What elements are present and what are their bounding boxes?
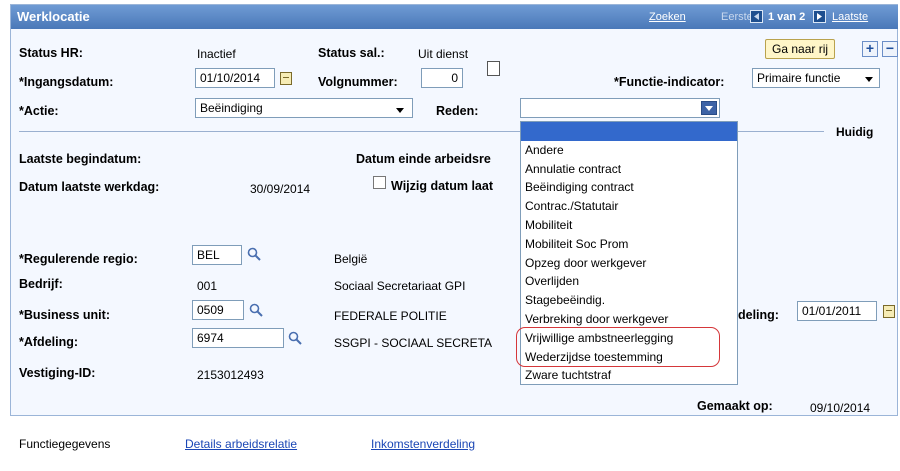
tab-functiegegevens[interactable]: Functiegegevens [19,437,110,451]
goto-row-button[interactable]: Ga naar rij [765,39,836,59]
dropdown-option[interactable]: Contrac./Statutair [521,197,737,216]
volgnummer-input[interactable]: 0 [421,68,463,88]
status-hr-label: Status HR: [19,46,83,60]
document-icon[interactable] [487,61,500,76]
previous-icon[interactable] [750,10,763,23]
search-link[interactable]: Zoeken [649,11,686,23]
datum-laatste-werkdag-value: 30/09/2014 [250,182,311,196]
regulerende-regio-input[interactable]: BEL [192,245,242,265]
wijzig-datum-label: Wijzig datum laat [391,179,493,193]
actie-label: *Actie: [19,104,59,118]
bedrijf-label: Bedrijf: [19,277,63,291]
dropdown-option[interactable]: Opzeg door werkgever [521,254,737,273]
pager-text: 1 van 2 [768,11,806,23]
dropdown-option[interactable]: Zware tuchtstraf [521,366,737,385]
panel-title: Werklocatie [17,9,90,24]
afdeling-date-input[interactable]: 01/01/2011 [797,301,877,321]
functie-indicator-select[interactable]: Primaire functie [752,68,880,88]
tab-inkomstenverdeling[interactable]: Inkomstenverdeling [371,437,475,451]
search-icon[interactable] [288,331,302,345]
afdeling-input[interactable]: 6974 [192,328,284,348]
chevron-down-icon [705,106,713,111]
wijzig-datum-checkbox[interactable] [373,176,386,189]
gemaakt-op-value: 09/10/2014 [810,401,871,415]
actie-select[interactable]: Beëindiging [195,98,413,118]
business-unit-input[interactable]: 0509 [192,300,244,320]
regulerende-regio-label: *Regulerende regio: [19,252,138,266]
search-icon[interactable] [249,303,263,317]
datum-einde-label: Datum einde arbeidsre [356,152,491,166]
gemaakt-op-label: Gemaakt op: [697,399,773,413]
status-sal-value: Uit dienst [418,47,469,61]
regulerende-regio-desc: België [334,252,368,266]
functie-indicator-value: Primaire functie [757,71,841,85]
highlight-annotation [516,327,720,367]
actie-value: Beëindiging [200,101,263,115]
reden-select[interactable] [520,98,720,118]
dropdown-option[interactable]: Stagebeëindig. [521,291,737,310]
title-bar: Werklocatie Zoeken Eerste 1 van 2 Laatst… [11,5,898,29]
afdeling-label: *Afdeling: [19,335,79,349]
dropdown-option[interactable]: Verbreking door werkgever [521,310,737,329]
afdeling-date-label: deling: [738,308,779,322]
ingangsdatum-label: *Ingangsdatum: [19,75,114,89]
chevron-down-icon [396,108,404,113]
tab-details-arbeidsrelatie[interactable]: Details arbeidsrelatie [185,437,297,451]
dropdown-option[interactable]: Mobiliteit [521,216,737,235]
remove-row-button[interactable]: − [882,41,898,57]
bedrijf-desc: Sociaal Secretariaat GPI [334,279,466,293]
vestiging-label: Vestiging-ID: [19,366,96,380]
vestiging-value: 2153012493 [197,368,264,382]
laatste-begindatum-label: Laatste begindatum: [19,152,142,166]
next-icon[interactable] [813,10,826,23]
last-link[interactable]: Laatste [832,11,868,23]
werklocatie-panel [10,4,898,416]
dropdown-option[interactable]: Overlijden [521,272,737,291]
functie-indicator-label: *Functie-indicator: [614,75,725,89]
calendar-icon[interactable] [883,305,895,318]
business-unit-label: *Business unit: [19,308,110,322]
business-unit-desc: FEDERALE POLITIE [334,309,447,323]
calendar-icon[interactable] [280,72,292,85]
chevron-down-icon [865,77,873,82]
ingangsdatum-input[interactable]: 01/10/2014 [195,68,275,88]
volgnummer-label: Volgnummer: [318,75,398,89]
search-icon[interactable] [247,247,261,261]
afdeling-desc: SSGPI - SOCIAAL SECRETA [334,336,493,350]
dropdown-option[interactable]: Mobiliteit Soc Prom [521,235,737,254]
reden-label: Reden: [436,104,479,118]
add-row-button[interactable]: + [862,41,878,57]
dropdown-option[interactable]: Beëindiging contract [521,178,737,197]
dropdown-option[interactable]: Andere [521,141,737,160]
first-label: Eerste [721,11,753,23]
dropdown-option[interactable]: Annulatie contract [521,160,737,179]
bedrijf-value: 001 [197,279,218,293]
datum-laatste-werkdag-label: Datum laatste werkdag: [19,180,160,194]
status-sal-label: Status sal.: [318,46,385,60]
huidig-label: Huidig [836,125,874,139]
status-hr-value: Inactief [197,47,236,61]
dropdown-option[interactable] [521,122,737,141]
